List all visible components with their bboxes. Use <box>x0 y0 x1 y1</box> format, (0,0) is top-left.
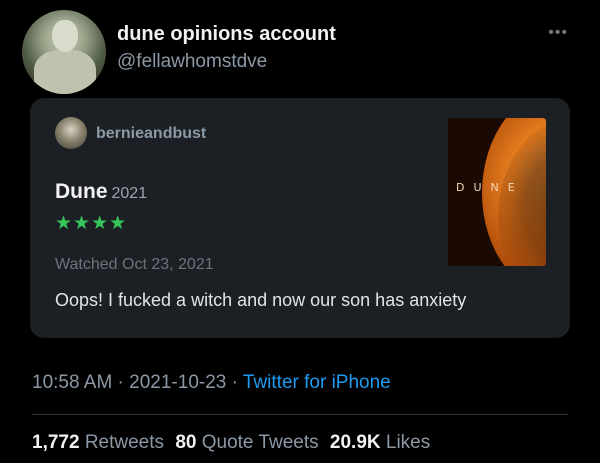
reviewer-avatar <box>55 117 87 149</box>
quotes-stat[interactable]: 80 Quote Tweets <box>175 432 318 453</box>
quotes-count: 80 <box>175 432 197 453</box>
likes-stat[interactable]: 20.9K Likes <box>330 432 430 453</box>
reviewer-username: bernieandbust <box>96 125 207 142</box>
engagement-stats: 1,772 Retweets 80 Quote Tweets 20.9K Lik… <box>32 432 430 454</box>
watched-date: Watched Oct 23, 2021 <box>55 256 214 273</box>
likes-label: Likes <box>385 432 431 453</box>
likes-count: 20.9K <box>329 432 381 453</box>
retweets-count: 1,772 <box>32 432 80 453</box>
rating-stars: ★★★★ <box>55 213 128 234</box>
timestamp: 10:58 AM · 2021-10-23 · <box>32 372 243 393</box>
review-text: Oops! I fucked a witch and now our son h… <box>55 290 467 310</box>
divider <box>32 414 568 415</box>
film-year: 2021 <box>111 185 148 202</box>
ellipsis-icon[interactable]: ••• <box>548 24 568 42</box>
letterboxd-review-card[interactable]: bernieandbust Dune 2021 ★★★★ Watched Oct … <box>30 98 570 338</box>
retweets-label: Retweets <box>84 432 165 453</box>
display-name[interactable]: dune opinions account <box>117 23 336 46</box>
film-title-text: Dune <box>55 180 108 203</box>
source-link[interactable]: Twitter for iPhone <box>243 372 391 393</box>
film-poster: DUNE <box>448 118 546 266</box>
avatar[interactable] <box>22 10 106 94</box>
retweets-stat[interactable]: 1,772 Retweets <box>32 432 164 453</box>
poster-logo: DUNE <box>456 181 524 194</box>
quotes-label: Quote Tweets <box>201 432 319 453</box>
film-title: Dune 2021 <box>55 180 147 204</box>
user-handle[interactable]: @fellawhomstdve <box>117 51 267 73</box>
tweet-meta: 10:58 AM · 2021-10-23 · Twitter for iPho… <box>32 372 391 394</box>
